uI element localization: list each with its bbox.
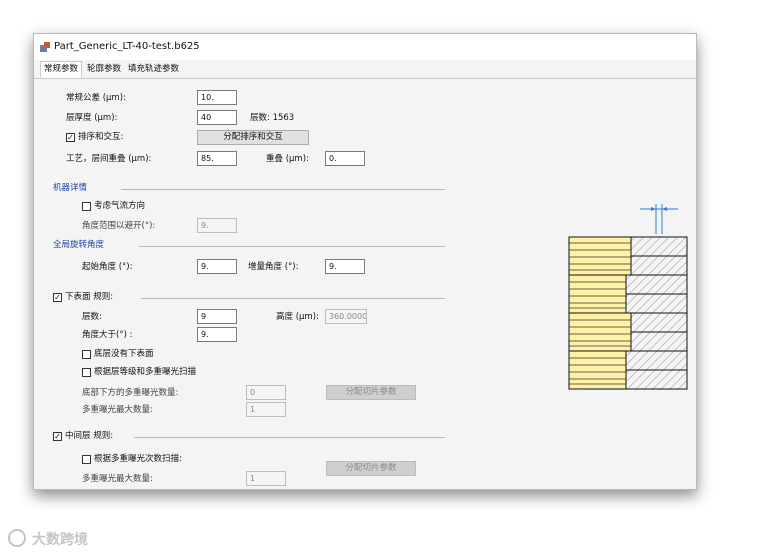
downskin-height-label: 高度 (µm):	[276, 312, 319, 322]
rotation-heading: 全局旋转角度	[53, 240, 105, 250]
angle-range-label: 角度范围以避开(°):	[82, 221, 156, 231]
divider	[121, 189, 445, 190]
parameters-window: Part_Generic_LT-40-test.b625 常规参数 轮廓参数 填…	[33, 33, 697, 490]
start-angle-field[interactable]: 9.	[197, 259, 237, 274]
watermark-logo-icon	[8, 529, 26, 547]
bottom-exposure-field[interactable]: 0	[246, 385, 286, 400]
increment-angle-label: 增量角度 (°):	[248, 262, 299, 272]
tab-fill[interactable]: 填充轨迹参数	[125, 62, 182, 77]
downskin-checkbox[interactable]: ✓	[53, 293, 62, 302]
title-bar: Part_Generic_LT-40-test.b625	[34, 34, 696, 60]
arrow-icon	[662, 207, 667, 211]
no-bottom-downskin-checkbox[interactable]	[82, 350, 91, 359]
tab-contour[interactable]: 轮廓参数	[84, 62, 124, 77]
layer-count-label: 层数: 1563	[250, 113, 295, 123]
arrow-icon	[651, 207, 656, 211]
tolerance-label: 常规公差 (µm):	[66, 93, 126, 103]
multi-scan-checkbox[interactable]	[82, 368, 91, 377]
divider	[141, 298, 445, 299]
window-title: Part_Generic_LT-40-test.b625	[54, 41, 200, 52]
middle-multi-scan-checkbox[interactable]	[82, 455, 91, 464]
downskin-height-field[interactable]: 360.0000	[325, 309, 367, 324]
downskin-heading: 下表面 规则:	[65, 292, 114, 302]
gas-flow-checkbox[interactable]	[82, 202, 91, 211]
sort-label: 排序和交互:	[78, 132, 124, 142]
downskin-angle-field[interactable]: 9.	[197, 327, 237, 342]
layer-thickness-label: 层厚度 (µm):	[66, 113, 118, 123]
downskin-angle-label: 角度大于(°) :	[82, 330, 133, 340]
assign-sort-button[interactable]: 分配排序和交互	[197, 130, 309, 145]
sort-checkbox[interactable]: ✓	[66, 133, 75, 142]
tolerance-field[interactable]: 10.	[197, 90, 237, 105]
no-bottom-downskin-label: 底层没有下表面	[94, 349, 154, 359]
multi-scan-label: 根据层等级和多重曝光扫描	[94, 367, 197, 377]
downskin-layers-label: 层数:	[82, 312, 102, 322]
bottom-exposure-label: 底部下方的多重曝光数量:	[82, 388, 179, 398]
middle-layer-heading: 中间层 规则:	[65, 431, 114, 441]
tab-general[interactable]: 常规参数	[40, 61, 83, 78]
layer-overlap-diagram	[568, 204, 688, 390]
watermark: 大数跨境	[8, 528, 118, 548]
middle-multi-scan-label: 根据多重曝光次数扫描:	[94, 454, 182, 464]
max-exposure-field[interactable]: 1	[246, 402, 286, 417]
process-overlap-field[interactable]: 85.	[197, 151, 237, 166]
gas-flow-label: 考虑气流方向	[94, 201, 146, 211]
middle-max-exposure-label: 多重曝光最大数量:	[82, 474, 153, 484]
assign-slice-button[interactable]: 分配切片参数	[326, 385, 416, 400]
overlap-field[interactable]: 0.	[325, 151, 365, 166]
start-angle-label: 起始角度 (°):	[82, 262, 133, 272]
app-icon	[40, 42, 50, 52]
divider	[139, 246, 445, 247]
angle-range-field[interactable]: 9.	[197, 218, 237, 233]
process-overlap-label: 工艺，层间重叠 (µm):	[66, 154, 152, 164]
downskin-layers-field[interactable]: 9	[197, 309, 237, 324]
machine-details-heading: 机器详情	[53, 183, 88, 193]
watermark-text: 大数跨境	[32, 532, 88, 548]
overlap-label: 重叠 (µm):	[266, 154, 309, 164]
tab-bar: 常规参数 轮廓参数 填充轨迹参数	[34, 60, 696, 79]
divider	[134, 437, 445, 438]
middle-layer-checkbox[interactable]: ✓	[53, 432, 62, 441]
increment-angle-field[interactable]: 9.	[325, 259, 365, 274]
max-exposure-label: 多重曝光最大数量:	[82, 405, 153, 415]
middle-max-exposure-field[interactable]: 1	[246, 471, 286, 486]
middle-assign-slice-button[interactable]: 分配切片参数	[326, 461, 416, 476]
layer-thickness-field[interactable]: 40	[197, 110, 237, 125]
